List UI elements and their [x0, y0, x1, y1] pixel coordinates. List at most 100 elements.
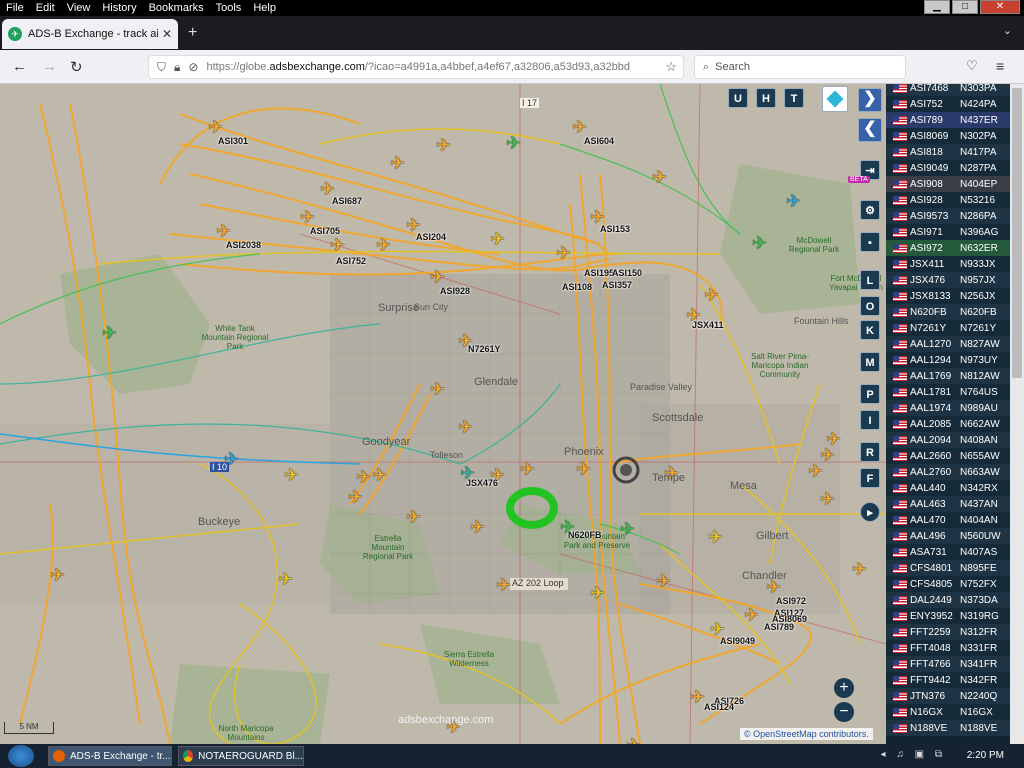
map-button-u[interactable]: U — [728, 88, 748, 108]
zoom-out-button[interactable]: − — [834, 702, 854, 722]
callsign-label[interactable]: N620FB — [568, 530, 602, 540]
url-text[interactable]: https://globe.adsbexchange.com/?icao=a49… — [206, 61, 630, 73]
table-row[interactable]: JTN376 N2240Q — [886, 688, 1010, 704]
map-button-m[interactable]: M — [860, 352, 880, 372]
clock[interactable]: 2:20 PM — [967, 750, 1004, 761]
callsign-label[interactable]: ASI124 — [704, 702, 734, 712]
callsign-label[interactable]: ASI604 — [584, 136, 614, 146]
table-row[interactable]: AAL440 N342RX — [886, 480, 1010, 496]
aircraft-icon[interactable]: ✈ — [496, 576, 511, 594]
menu-file[interactable]: File — [0, 2, 30, 14]
search-field[interactable]: ⌕ Search — [694, 55, 906, 79]
table-row[interactable]: ASI928 N53216 — [886, 192, 1010, 208]
close-window-button[interactable]: ✕ — [980, 0, 1020, 14]
callsign-label[interactable]: JSX476 — [466, 478, 498, 488]
aircraft-icon[interactable]: ✈ — [820, 446, 835, 464]
callsign-label[interactable]: ASI108 — [562, 282, 592, 292]
menu-view[interactable]: View — [61, 2, 97, 14]
menu-bookmarks[interactable]: Bookmarks — [143, 2, 210, 14]
new-tab-button[interactable]: + — [188, 24, 197, 42]
callsign-label[interactable]: ASI752 — [336, 256, 366, 266]
bookmark-star-icon[interactable]: ☆ — [665, 59, 677, 75]
back-button[interactable]: ← — [12, 58, 27, 75]
callsign-label[interactable]: ASI789 — [764, 622, 794, 632]
settings-gear-icon[interactable]: ⚙ — [860, 200, 880, 220]
table-row[interactable]: FFT2259 N312FR — [886, 624, 1010, 640]
aircraft-icon[interactable]: ✈ — [506, 134, 521, 152]
callsign-label[interactable]: ASI9049 — [720, 636, 755, 646]
aircraft-icon[interactable]: ✈ — [208, 118, 223, 136]
tracking-shield-icon[interactable]: ⛉ — [157, 60, 166, 75]
aircraft-icon[interactable]: ✈ — [470, 518, 485, 536]
map-button-r[interactable]: R — [860, 442, 880, 462]
aircraft-icon[interactable]: ✈ — [300, 208, 315, 226]
system-tray[interactable]: ◂ ♫ ▣ ⧉ — [881, 749, 946, 760]
next-arrow-icon[interactable]: ❯ — [858, 88, 882, 112]
table-row[interactable]: N7261Y N7261Y — [886, 320, 1010, 336]
aircraft-icon[interactable]: ✈ — [372, 466, 387, 484]
callsign-label[interactable]: JSX411 — [692, 320, 724, 330]
attribution-text[interactable]: © OpenStreetMap contributors. — [744, 729, 869, 739]
table-row[interactable]: AAL2094 N408AN — [886, 432, 1010, 448]
aircraft-icon[interactable]: ✈ — [572, 118, 587, 136]
aircraft-icon[interactable]: ✈ — [708, 528, 723, 546]
lock-icon[interactable]: 🔒︎ — [174, 60, 180, 75]
callsign-label[interactable]: ASI972 — [776, 596, 806, 606]
aircraft-icon[interactable]: ✈ — [376, 236, 391, 254]
table-row[interactable]: CFS4805 N752FX — [886, 576, 1010, 592]
table-row[interactable]: ASI8069 N302PA — [886, 128, 1010, 144]
hamburger-menu-icon[interactable]: ≡ — [996, 58, 1004, 74]
table-row[interactable]: ASI9573 N286PA — [886, 208, 1010, 224]
zoom-in-button[interactable]: + — [834, 678, 854, 698]
aircraft-icon[interactable]: ✈ — [102, 324, 117, 342]
maximize-button[interactable]: □ — [952, 0, 978, 14]
menu-help[interactable]: Help — [247, 2, 282, 14]
table-row[interactable]: ASI971 N396AG — [886, 224, 1010, 240]
aircraft-icon[interactable]: ✈ — [820, 490, 835, 508]
table-row[interactable]: FFT4766 N341FR — [886, 656, 1010, 672]
table-row[interactable]: FFT4048 N331FR — [886, 640, 1010, 656]
table-scrollbar[interactable] — [1010, 84, 1024, 744]
table-row[interactable]: AAL1270 N827AW — [886, 336, 1010, 352]
table-scrollbar-thumb[interactable] — [1012, 88, 1022, 378]
table-row[interactable]: ENY3952 N319RG — [886, 608, 1010, 624]
callsign-label[interactable]: ASI195 — [584, 268, 614, 278]
table-row[interactable]: AAL1781 N764US — [886, 384, 1010, 400]
map-button-t[interactable]: T — [784, 88, 804, 108]
aircraft-icon[interactable]: ✈ — [752, 234, 767, 252]
table-row[interactable]: CFS4801 N895FE — [886, 560, 1010, 576]
aircraft-icon[interactable]: ✈ — [216, 222, 231, 240]
aircraft-icon[interactable]: ✈ — [690, 688, 705, 706]
table-row[interactable]: AAL496 N560UW — [886, 528, 1010, 544]
table-row[interactable]: N620FB N620FB — [886, 304, 1010, 320]
table-row[interactable]: AAL1769 N812AW — [886, 368, 1010, 384]
table-row[interactable]: ASI972 N632ER — [886, 240, 1010, 256]
table-row[interactable]: JSX8133 N256JX — [886, 288, 1010, 304]
aircraft-icon[interactable]: ✈ — [430, 380, 445, 398]
taskbar-firefox[interactable]: ADS-B Exchange - tr... — [48, 746, 172, 766]
map-button-f[interactable]: F — [860, 468, 880, 488]
aircraft-icon[interactable]: ✈ — [656, 572, 671, 590]
table-row[interactable]: JSX476 N957JX — [886, 272, 1010, 288]
aircraft-icon[interactable]: ✈ — [330, 236, 345, 254]
menu-history[interactable]: History — [96, 2, 142, 14]
callsign-label[interactable]: ASI150 — [612, 268, 642, 278]
table-row[interactable]: ASI752 N424PA — [886, 96, 1010, 112]
map-button-o[interactable]: O — [860, 296, 880, 316]
table-row[interactable]: ASI908 N404EP — [886, 176, 1010, 192]
callsign-label[interactable]: ASI2038 — [226, 240, 261, 250]
callsign-label[interactable]: ASI301 — [218, 136, 248, 146]
aircraft-icon[interactable]: ✈ — [852, 560, 867, 578]
table-row[interactable]: AAL2660 N655AW — [886, 448, 1010, 464]
minimize-button[interactable]: ▁ — [924, 0, 950, 14]
map-button-l[interactable]: L — [860, 270, 880, 290]
aircraft-icon[interactable]: ✈ — [436, 136, 451, 154]
aircraft-icon[interactable]: ✈ — [490, 230, 505, 248]
aircraft-icon[interactable]: ✈ — [390, 154, 405, 172]
table-row[interactable]: ASA731 N407AS — [886, 544, 1010, 560]
map-button-p[interactable]: P — [860, 384, 880, 404]
table-row[interactable]: AAL2760 N663AW — [886, 464, 1010, 480]
table-row[interactable]: ASI818 N417PA — [886, 144, 1010, 160]
map-button-k[interactable]: K — [860, 320, 880, 340]
table-row[interactable]: FFT9442 N342FR — [886, 672, 1010, 688]
